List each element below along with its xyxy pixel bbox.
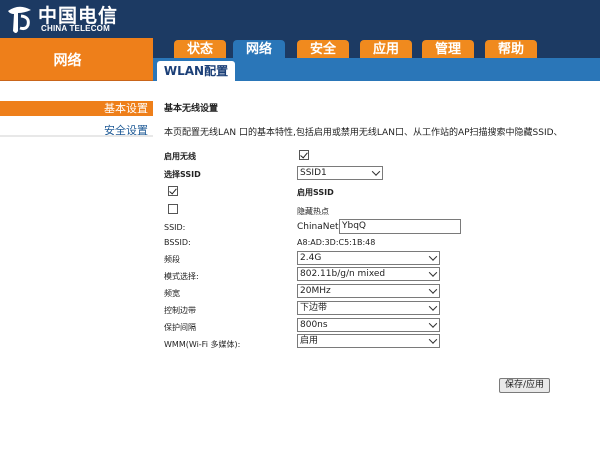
enable-wireless-label: 启用无线: [164, 152, 196, 161]
brand-name-en: CHINA TELECOM: [41, 24, 110, 33]
top-header: 中国电信 CHINA TELECOM: [0, 0, 600, 38]
enable-ssid-checkbox[interactable]: [168, 186, 178, 196]
select-ssid-value: SSID1: [300, 168, 327, 178]
band-select[interactable]: 2.4G: [297, 251, 440, 265]
guard-interval-value: 800ns: [300, 320, 328, 330]
bssid-label: BSSID:: [164, 238, 191, 247]
chevron-down-icon: [428, 302, 438, 311]
page-title: 基本无线设置: [164, 104, 219, 114]
wmm-select[interactable]: 启用: [297, 334, 440, 348]
select-ssid-label: 选择SSID: [164, 170, 201, 179]
page-description: 本页配置无线LAN 口的基本特性,包括启用或禁用无线LAN口、从工作站的AP扫描…: [164, 128, 563, 138]
enable-wireless-checkbox[interactable]: [299, 150, 309, 160]
wmm-value: 启用: [300, 336, 319, 346]
tab-status[interactable]: 状态: [174, 40, 226, 59]
subnav-bar: WLAN配置: [153, 58, 600, 81]
control-sideband-label: 控制边带: [164, 306, 196, 315]
control-sideband-value: 下边带: [300, 303, 328, 313]
china-telecom-logo-icon: [8, 6, 31, 33]
mode-label: 模式选择:: [164, 272, 199, 281]
tab-security[interactable]: 安全: [297, 40, 349, 59]
tab-management[interactable]: 管理: [422, 40, 474, 59]
mode-select[interactable]: 802.11b/g/n mixed: [297, 267, 440, 281]
tab-application[interactable]: 应用: [360, 40, 412, 59]
chevron-down-icon: [428, 285, 438, 294]
band-value: 2.4G: [300, 253, 322, 263]
sidebar-item-basic-settings[interactable]: 基本设置: [0, 101, 153, 116]
band-label: 频段: [164, 255, 180, 264]
chevron-down-icon: [428, 252, 438, 261]
hide-ap-checkbox[interactable]: [168, 204, 178, 214]
guard-interval-select[interactable]: 800ns: [297, 318, 440, 332]
subtab-wlan-config[interactable]: WLAN配置: [157, 61, 235, 81]
tab-network[interactable]: 网络: [233, 40, 285, 59]
save-apply-button[interactable]: 保存/应用: [499, 378, 550, 393]
nav-section: 网络: [0, 38, 153, 81]
wmm-label: WMM(Wi-Fi 多媒体):: [164, 340, 241, 349]
tab-help[interactable]: 帮助: [485, 40, 537, 59]
chevron-down-icon: [428, 319, 438, 328]
sidebar-divider: [0, 135, 153, 137]
hide-ap-label: 隐藏热点: [297, 207, 329, 216]
bssid-value: A8:AD:3D:C5:1B:48: [297, 238, 376, 247]
mode-value: 802.11b/g/n mixed: [300, 269, 386, 279]
bandwidth-label: 频宽: [164, 289, 180, 298]
enable-ssid-label: 启用SSID: [297, 188, 334, 197]
bandwidth-value: 20MHz: [300, 286, 331, 296]
nav-section-label: 网络: [53, 53, 82, 69]
ssid-input[interactable]: YbqQ: [339, 219, 461, 234]
chevron-down-icon: [428, 268, 438, 277]
ssid-label: SSID:: [164, 223, 186, 232]
chevron-down-icon: [428, 335, 438, 344]
guard-interval-label: 保护间隔: [164, 323, 196, 332]
control-sideband-select[interactable]: 下边带: [297, 301, 440, 315]
select-ssid-dropdown[interactable]: SSID1: [297, 166, 383, 180]
ssid-prefix: ChinaNet-: [297, 222, 342, 232]
chevron-down-icon: [371, 167, 381, 176]
bandwidth-select[interactable]: 20MHz: [297, 284, 440, 298]
